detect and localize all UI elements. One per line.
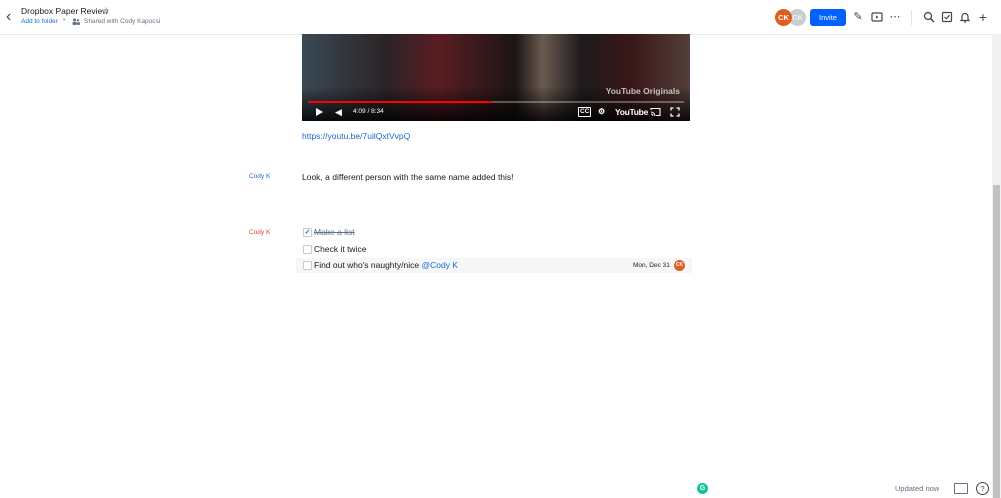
- mention-link[interactable]: @Cody K: [421, 260, 458, 270]
- captions-icon[interactable]: CC: [578, 107, 592, 117]
- due-date[interactable]: Mon, Dec 31: [633, 262, 670, 269]
- search-icon[interactable]: [923, 11, 935, 23]
- task-item[interactable]: Find out who's naughty/nice @Cody K Mon,…: [296, 258, 692, 273]
- add-to-folder-link[interactable]: Add to folder: [21, 18, 58, 25]
- youtube-video-embed[interactable]: YouTube Originals ◀ 4:09 / 8:34 CC ⚙ You…: [302, 34, 690, 121]
- task-checkbox[interactable]: [303, 245, 312, 254]
- task-item[interactable]: Check it twice: [296, 242, 692, 257]
- volume-icon[interactable]: ◀: [335, 107, 342, 118]
- keyboard-shortcuts-icon[interactable]: [954, 483, 968, 494]
- task-text[interactable]: Find out who's naughty/nice @Cody K: [314, 260, 458, 270]
- shared-with-label[interactable]: Shared with Cody Kapocsi: [84, 18, 160, 25]
- author-label: Cody K: [249, 173, 271, 180]
- invite-button[interactable]: Invite: [810, 9, 846, 26]
- video-progress-fill: [308, 101, 493, 103]
- settings-icon[interactable]: ⚙: [598, 107, 605, 116]
- top-bar: ‹ Dropbox Paper Review ★ Add to folder •…: [0, 0, 1001, 35]
- youtube-link[interactable]: https://youtu.be/7uilQxtVvpQ: [302, 131, 410, 141]
- scrollbar-thumb[interactable]: [993, 185, 1000, 498]
- avatar[interactable]: CK: [775, 9, 792, 26]
- plus-icon[interactable]: +: [977, 10, 989, 24]
- people-icon: [72, 18, 80, 25]
- task-checkbox[interactable]: [303, 261, 312, 270]
- task-item[interactable]: ✓ Make a list: [296, 225, 692, 240]
- cast-icon[interactable]: [650, 107, 661, 117]
- fullscreen-icon[interactable]: [670, 107, 680, 117]
- back-arrow-icon[interactable]: ‹: [6, 9, 18, 25]
- task-text[interactable]: Make a list: [314, 227, 355, 237]
- separator-dot: •: [63, 17, 66, 24]
- updated-status: Updated now: [895, 484, 940, 493]
- youtube-logo[interactable]: YouTube: [615, 107, 648, 117]
- doc-title[interactable]: Dropbox Paper Review: [21, 6, 108, 16]
- youtube-originals-watermark: YouTube Originals: [605, 86, 680, 96]
- help-icon[interactable]: ?: [976, 482, 989, 495]
- task-text[interactable]: Check it twice: [314, 244, 366, 254]
- bell-icon[interactable]: [959, 11, 971, 23]
- checklist-icon[interactable]: [941, 11, 953, 23]
- play-icon[interactable]: [316, 108, 323, 116]
- grammarly-icon[interactable]: G: [697, 483, 708, 494]
- video-time: 4:09 / 8:34: [353, 108, 384, 115]
- task-checkbox[interactable]: ✓: [303, 228, 312, 237]
- paragraph[interactable]: Look, a different person with the same n…: [302, 172, 514, 182]
- author-label: Cody K: [249, 229, 271, 236]
- more-icon[interactable]: ⋯: [889, 11, 901, 23]
- pencil-icon[interactable]: ✎: [852, 11, 864, 23]
- task-text-body: Find out who's naughty/nice: [314, 260, 422, 270]
- star-icon[interactable]: ★: [102, 5, 110, 16]
- present-icon[interactable]: [871, 11, 883, 23]
- assignee-avatar[interactable]: CK: [674, 260, 685, 271]
- header-divider: [911, 10, 912, 25]
